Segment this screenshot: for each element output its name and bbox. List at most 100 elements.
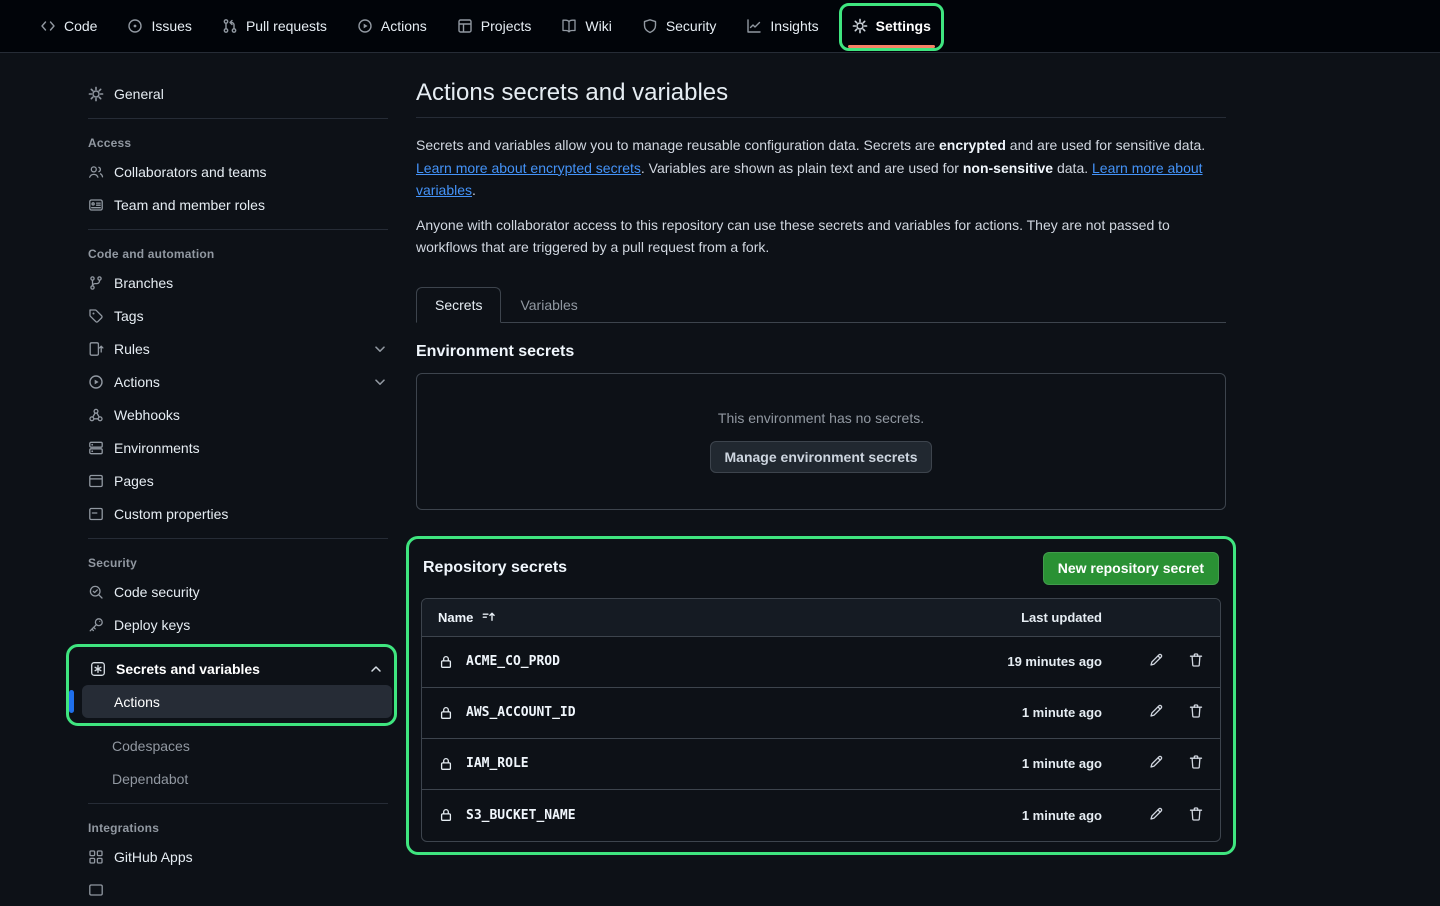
pencil-icon [1148, 652, 1164, 668]
manage-environment-secrets-button[interactable]: Manage environment secrets [710, 441, 933, 473]
sidebar-item-environments[interactable]: Environments [80, 431, 396, 464]
nav-tab-label: Code [64, 18, 97, 34]
rules-icon [88, 341, 104, 357]
sidebar-item-actions[interactable]: Actions [80, 365, 396, 398]
sidebar-item-partial[interactable] [80, 873, 396, 906]
nav-tab-insights[interactable]: Insights [736, 5, 828, 47]
intro-text-segment: Secrets and variables allow you to manag… [416, 137, 939, 153]
table-row: IAM_ROLE 1 minute ago [422, 739, 1220, 790]
tab-variables[interactable]: Variables [501, 287, 596, 323]
repository-secrets-header: Repository secrets New repository secret [423, 552, 1219, 585]
apps-icon [88, 849, 104, 865]
nav-tab-issues[interactable]: Issues [117, 5, 201, 47]
sidebar-item-label: General [114, 86, 164, 102]
sidebar-item-secrets-and-variables[interactable]: Secrets and variables [82, 652, 392, 685]
sidebar-item-team-member-roles[interactable]: Team and member roles [80, 188, 396, 221]
shield-icon [642, 18, 658, 34]
table-row: ACME_CO_PROD 19 minutes ago [422, 637, 1220, 688]
sidebar-item-secrets-actions[interactable]: Actions [82, 685, 392, 718]
edit-secret-button[interactable] [1148, 806, 1164, 825]
chevron-down-icon [372, 374, 388, 390]
trash-icon [1188, 703, 1204, 719]
link-learn-encrypted-secrets[interactable]: Learn more about encrypted secrets [416, 160, 641, 176]
pencil-icon [1148, 754, 1164, 770]
sidebar-item-secrets-codespaces[interactable]: Codespaces [80, 729, 396, 762]
secret-actions-cell [1102, 703, 1204, 722]
nav-tab-label: Insights [770, 18, 818, 34]
sidebar-item-github-apps[interactable]: GitHub Apps [80, 840, 396, 873]
column-header-name[interactable]: Name [438, 609, 930, 625]
secret-updated-cell: 1 minute ago [930, 756, 1102, 771]
sidebar-item-webhooks[interactable]: Webhooks [80, 398, 396, 431]
mail-icon [88, 882, 104, 898]
nav-tab-pull-requests[interactable]: Pull requests [212, 5, 337, 47]
sidebar-item-label: Branches [114, 275, 173, 291]
git-branch-icon [88, 275, 104, 291]
lock-icon [438, 705, 454, 721]
intro-bold-non-sensitive: non-sensitive [963, 160, 1053, 176]
intro-text-segment: . Variables are shown as plain text and … [641, 160, 963, 176]
sidebar-item-label: Environments [114, 440, 200, 456]
nav-tab-wiki[interactable]: Wiki [551, 5, 621, 47]
nav-tab-label: Projects [481, 18, 532, 34]
secret-actions-cell [1102, 806, 1204, 825]
edit-secret-button[interactable] [1148, 754, 1164, 773]
column-header-last-updated: Last updated [930, 610, 1102, 625]
nav-tab-security[interactable]: Security [632, 5, 727, 47]
secret-updated-cell: 19 minutes ago [930, 654, 1102, 669]
sidebar-item-general[interactable]: General [80, 77, 396, 110]
sidebar-divider [88, 229, 388, 230]
nav-tab-projects[interactable]: Projects [447, 5, 542, 47]
repository-secrets-heading: Repository secrets [423, 559, 567, 577]
selected-accent-bar [69, 690, 74, 713]
column-header-label: Name [438, 610, 473, 625]
sidebar-item-label: Dependabot [112, 771, 188, 787]
secret-name-cell: AWS_ACCOUNT_ID [438, 705, 930, 721]
sidebar-item-label: Webhooks [114, 407, 180, 423]
secret-name-cell: ACME_CO_PROD [438, 654, 930, 670]
webhook-icon [88, 407, 104, 423]
nav-tab-label: Settings [876, 18, 931, 34]
gear-icon [88, 86, 104, 102]
delete-secret-button[interactable] [1188, 652, 1204, 671]
nav-tab-settings[interactable]: Settings [842, 3, 941, 48]
sidebar-item-code-security[interactable]: Code security [80, 575, 396, 608]
sidebar-item-pages[interactable]: Pages [80, 464, 396, 497]
codescan-icon [88, 584, 104, 600]
environment-secrets-heading: Environment secrets [416, 343, 1226, 361]
sidebar-item-custom-properties[interactable]: Custom properties [80, 497, 396, 530]
secrets-variables-tabnav: Secrets Variables [416, 287, 1226, 323]
sidebar-item-collaborators[interactable]: Collaborators and teams [80, 155, 396, 188]
secret-name-cell: IAM_ROLE [438, 756, 930, 772]
note-icon [88, 506, 104, 522]
intro-text-segment: and are used for sensitive data. [1006, 137, 1205, 153]
trash-icon [1188, 754, 1204, 770]
nav-tab-code[interactable]: Code [30, 5, 107, 47]
sidebar-item-branches[interactable]: Branches [80, 266, 396, 299]
sidebar-item-label: Collaborators and teams [114, 164, 267, 180]
nav-tab-actions[interactable]: Actions [347, 5, 437, 47]
secret-name-cell: S3_BUCKET_NAME [438, 807, 930, 823]
sidebar-item-deploy-keys[interactable]: Deploy keys [80, 608, 396, 641]
empty-state-text: This environment has no secrets. [718, 410, 924, 426]
intro-paragraph-1: Secrets and variables allow you to manag… [416, 134, 1226, 202]
lock-icon [438, 807, 454, 823]
sidebar-divider [88, 538, 388, 539]
id-badge-icon [88, 197, 104, 213]
edit-secret-button[interactable] [1148, 703, 1164, 722]
new-repository-secret-button[interactable]: New repository secret [1043, 552, 1219, 585]
sidebar-item-rules[interactable]: Rules [80, 332, 396, 365]
secret-name: S3_BUCKET_NAME [466, 808, 576, 823]
nav-tab-label: Security [666, 18, 717, 34]
key-icon [88, 617, 104, 633]
table-row: S3_BUCKET_NAME 1 minute ago [422, 790, 1220, 841]
delete-secret-button[interactable] [1188, 806, 1204, 825]
delete-secret-button[interactable] [1188, 703, 1204, 722]
chevron-up-icon [368, 661, 384, 677]
sidebar-item-tags[interactable]: Tags [80, 299, 396, 332]
delete-secret-button[interactable] [1188, 754, 1204, 773]
tab-secrets[interactable]: Secrets [416, 287, 501, 323]
sidebar-item-label: Code security [114, 584, 200, 600]
edit-secret-button[interactable] [1148, 652, 1164, 671]
sidebar-item-secrets-dependabot[interactable]: Dependabot [80, 762, 396, 795]
